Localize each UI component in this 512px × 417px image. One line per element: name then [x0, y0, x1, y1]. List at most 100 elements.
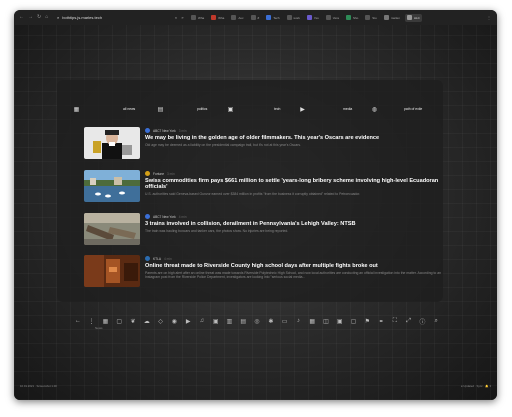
- tab-favicon-icon: [231, 15, 237, 20]
- link-icon[interactable]: ⚭: [374, 318, 388, 325]
- article-source[interactable]: KTLA: [153, 257, 161, 261]
- politics-icon: ▤: [157, 106, 164, 113]
- browser-tab[interactable]: Aux: [229, 14, 245, 22]
- browser-tab[interactable]: Yes: [305, 14, 321, 22]
- browser-tab[interactable]: marlen: [382, 14, 402, 22]
- article-source[interactable]: Fortune: [153, 172, 164, 176]
- image-icon[interactable]: ▣: [333, 318, 347, 325]
- flag-icon[interactable]: ⚑: [360, 318, 374, 325]
- browser-tab[interactable]: Wha: [209, 14, 226, 22]
- article-source[interactable]: ABC7 New York: [153, 129, 176, 133]
- article-time: 4 min: [163, 256, 172, 261]
- leaf-icon[interactable]: ❦: [126, 318, 140, 325]
- category-label: all news: [123, 107, 136, 111]
- article-card[interactable]: KTLA 4 min Online threat made to Riversi…: [84, 255, 441, 289]
- news-icon[interactable]: ▦: [99, 318, 113, 325]
- tab-label: Sho: [352, 15, 359, 20]
- tab-favicon-icon: [406, 15, 412, 20]
- tab-favicon-icon: [306, 15, 312, 20]
- music-icon[interactable]: ♫: [195, 318, 209, 324]
- mic-icon[interactable]: ♪: [292, 318, 306, 324]
- fullscreen-icon[interactable]: ⛶: [388, 318, 402, 325]
- category-politics-label[interactable]: politics: [197, 104, 207, 114]
- extensions-icon[interactable]: ⋮: [487, 15, 491, 20]
- chat-bubble-icon[interactable]: ▢: [347, 318, 361, 325]
- chat-icon[interactable]: ▢: [112, 318, 126, 325]
- cog-icon[interactable]: ✱: [264, 318, 278, 325]
- calendar-icon[interactable]: ▥: [223, 318, 237, 325]
- cloud-icon[interactable]: ☁: [140, 318, 154, 325]
- source-icon: [145, 256, 150, 261]
- monitor-icon[interactable]: ▭: [278, 318, 292, 325]
- category-path-of-exile[interactable]: ◍: [371, 104, 378, 114]
- category-path-of-exile-label[interactable]: path of exile: [404, 104, 422, 114]
- reload-icon[interactable]: ↻: [37, 15, 41, 20]
- more-tabs-icon[interactable]: »: [181, 15, 183, 20]
- browser-tab[interactable]: Sto: [363, 14, 379, 22]
- browser-tab[interactable]: ALC: [404, 13, 422, 22]
- category-all-news-label[interactable]: all news: [123, 104, 135, 114]
- photo-icon[interactable]: ▣: [209, 318, 223, 325]
- spiral-icon[interactable]: ◎: [250, 318, 264, 325]
- grid-icon[interactable]: ▦: [305, 318, 319, 325]
- home-icon[interactable]: ⌂: [45, 15, 48, 20]
- category-media-label[interactable]: media: [343, 104, 352, 114]
- forward-arrow-icon[interactable]: →: [28, 15, 33, 20]
- address-bar[interactable]: ⌕ bothtips.js.marles.tech: [57, 15, 175, 20]
- globe-icon[interactable]: ◉: [167, 318, 181, 325]
- article-headline[interactable]: Online threat made to Riverside County h…: [145, 263, 445, 269]
- youtube-icon[interactable]: ▶: [181, 318, 195, 325]
- category-all-news[interactable]: ▦: [73, 104, 80, 114]
- article-meta: KTLA 4 min: [145, 256, 172, 261]
- category-label: path of exile: [404, 107, 423, 111]
- article-card[interactable]: Fortune 3 min Swiss commodities firm pay…: [84, 170, 438, 204]
- article-summary: U.S. authorities said Geneva-based Gunvo…: [145, 192, 361, 196]
- browser-tab[interactable]: work: [285, 14, 302, 22]
- category-media[interactable]: ▶: [299, 104, 306, 114]
- article-time: 3 min: [178, 128, 187, 133]
- back-icon[interactable]: ←: [71, 318, 85, 324]
- article-thumbnail: [84, 127, 140, 159]
- tab-label: #: [257, 15, 260, 20]
- tab-favicon-icon: [345, 15, 351, 20]
- category-label: politics: [197, 107, 208, 111]
- article-card[interactable]: ABC7 New York 4 min 3 trains involved in…: [84, 213, 434, 247]
- sidebar-toggle-icon[interactable]: ⋮: [85, 318, 99, 325]
- source-icon: [145, 171, 150, 176]
- browser-tab[interactable]: #: [249, 14, 262, 22]
- category-tech[interactable]: ▣: [227, 104, 234, 114]
- tab-label: Aux: [238, 15, 244, 20]
- article-headline[interactable]: Swiss commodities firm pays $661 million…: [145, 178, 445, 191]
- tab-favicon-icon: [250, 15, 256, 20]
- article-summary: Old age may be deemed as a liability on …: [145, 143, 302, 147]
- article-headline[interactable]: 3 trains involved in collision, derailme…: [145, 221, 445, 227]
- search-icon[interactable]: ⌕: [429, 318, 443, 325]
- status-left: 10.01.2021 · Screenshot 1.00: [20, 383, 57, 388]
- expand-icon[interactable]: ⤢: [402, 318, 416, 325]
- article-headline[interactable]: We may be living in the golden age of ol…: [145, 135, 445, 141]
- tab-label: marlen: [390, 15, 400, 20]
- article-source[interactable]: ABC7 New York: [153, 215, 176, 219]
- back-arrow-icon[interactable]: ←: [19, 15, 24, 20]
- tab-strip: Wha Wha Aux # Tech work Yes Vera Sho Sto marlen ALC: [189, 13, 487, 22]
- tab-favicon-icon: [191, 15, 196, 20]
- url-text: bothtips.js.marles.tech: [62, 15, 103, 20]
- browser-tab[interactable]: Wha: [189, 14, 206, 22]
- category-tech-label[interactable]: tech: [274, 104, 280, 114]
- media-icon: ▶: [300, 106, 305, 113]
- toolbar-actions: ◐ »: [175, 15, 189, 20]
- message-icon[interactable]: ▤: [236, 318, 250, 325]
- tech-icon: ▣: [227, 106, 234, 113]
- info-icon[interactable]: ⓘ: [416, 317, 430, 326]
- browser-tab[interactable]: Sho: [344, 14, 360, 22]
- os-icon[interactable]: ◇: [154, 318, 168, 325]
- article-card[interactable]: ABC7 New York 3 min We may be living in …: [84, 127, 434, 161]
- tab-favicon-icon: [211, 15, 217, 20]
- browser-tab[interactable]: Tech: [264, 14, 281, 22]
- shield-icon[interactable]: ◐: [175, 15, 177, 20]
- map-icon[interactable]: ◫: [319, 318, 333, 325]
- article-summary: Parents are on high alert after an onlin…: [145, 271, 442, 279]
- tab-label: Wha: [198, 15, 205, 20]
- category-politics[interactable]: ▤: [157, 104, 164, 114]
- browser-tab[interactable]: Vera: [324, 14, 341, 22]
